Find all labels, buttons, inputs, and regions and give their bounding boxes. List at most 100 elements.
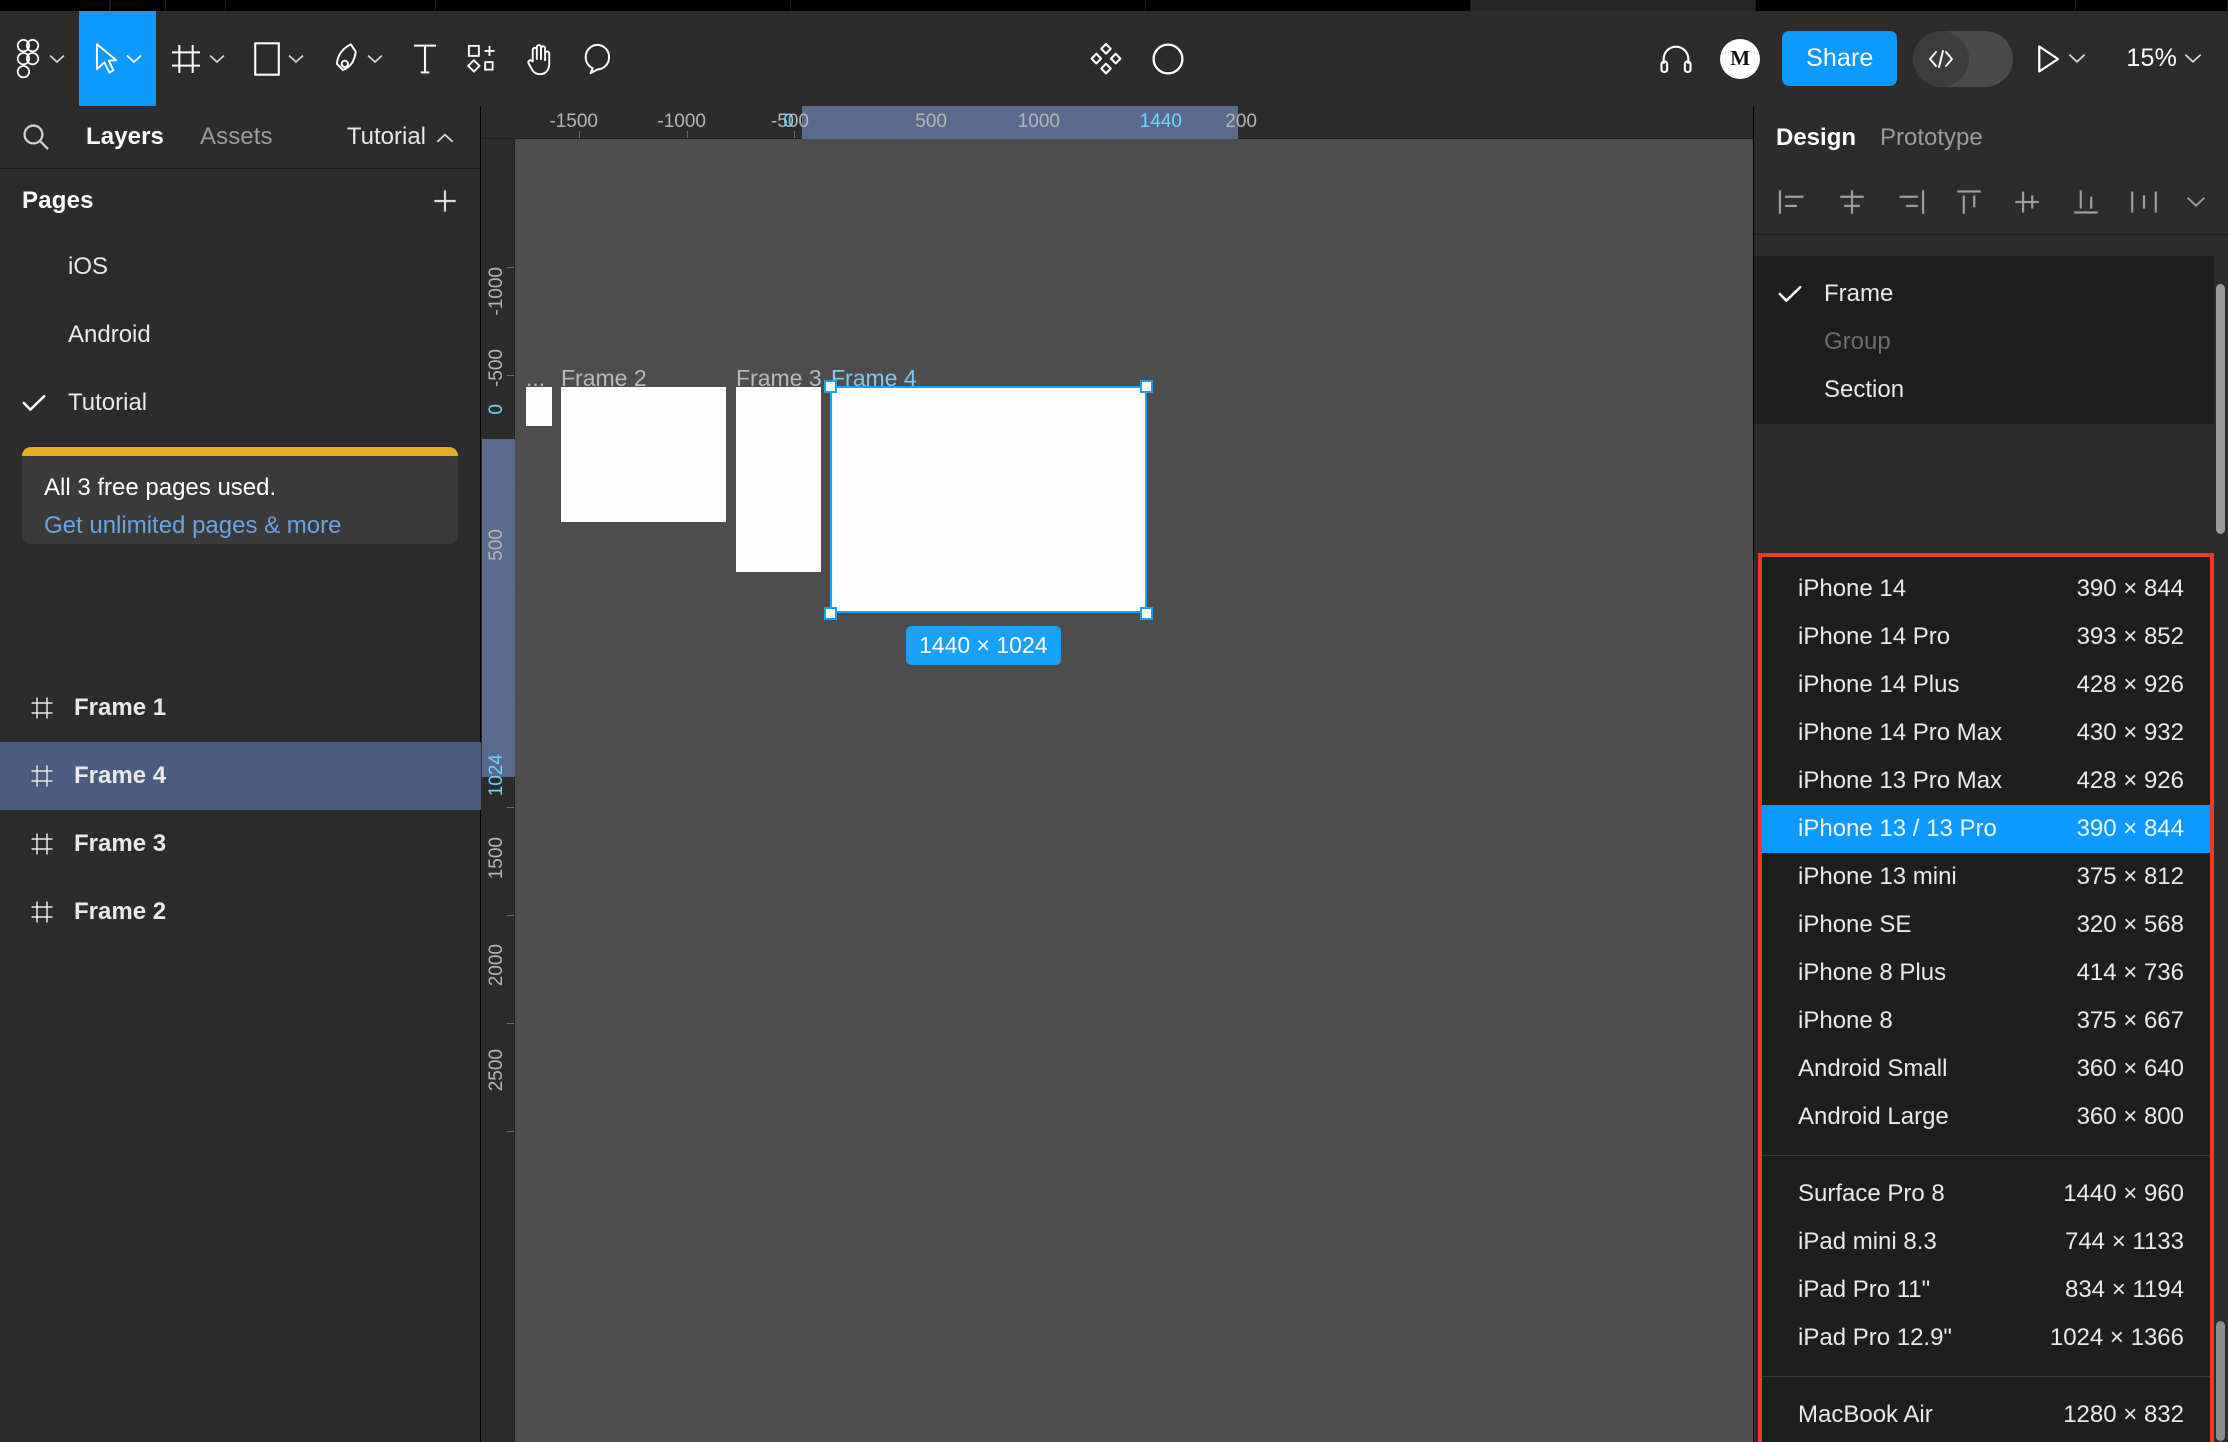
preset-row-android-small[interactable]: Android Small 360 × 640	[1762, 1045, 2210, 1093]
zoom-control[interactable]: 15%	[2100, 11, 2228, 106]
preset-row-iphone-13[interactable]: iPhone 13 / 13 Pro 390 × 844	[1762, 805, 2210, 853]
resize-handle-top-left[interactable]	[824, 380, 837, 393]
preset-row-iphone-13-pro-max[interactable]: iPhone 13 Pro Max 428 × 926	[1762, 757, 2210, 805]
preset-row-iphone-8-plus[interactable]: iPhone 8 Plus 414 × 736	[1762, 949, 2210, 997]
preset-row-iphone-14-plus[interactable]: iPhone 14 Plus 428 × 926	[1762, 661, 2210, 709]
tab-design[interactable]: Design	[1776, 124, 1856, 152]
share-button[interactable]: Share	[1782, 31, 1898, 86]
sidebar-item-page-tutorial[interactable]: Tutorial	[0, 369, 480, 437]
hand-tool-button[interactable]	[511, 11, 569, 106]
figma-menu-button[interactable]	[0, 11, 79, 106]
plus-icon[interactable]	[432, 188, 458, 214]
menu-item-frame[interactable]: Frame	[1754, 270, 2214, 318]
preset-row-iphone-14-pro[interactable]: iPhone 14 Pro 393 × 852	[1762, 613, 2210, 661]
layer-row-frame-3[interactable]: Frame 3	[0, 810, 481, 878]
preset-row-ipad-pro-11[interactable]: iPad Pro 11" 834 × 1194	[1762, 1266, 2210, 1314]
preset-row-android-large[interactable]: Android Large 360 × 800	[1762, 1093, 2210, 1141]
move-tool-button[interactable]	[79, 11, 156, 106]
sidebar-item-page-android[interactable]: Android	[0, 301, 480, 369]
figma-window: M Share 15% Layers Assets Tutorial Pages…	[0, 0, 2228, 1442]
sidebar-item-page-ios[interactable]: iOS	[0, 233, 480, 301]
ruler-h-tick: -1000	[657, 111, 706, 132]
frame-tool-button[interactable]	[156, 11, 239, 106]
resources-tool-button[interactable]	[453, 11, 511, 106]
tab-prototype[interactable]: Prototype	[1880, 124, 1983, 152]
comment-tool-button[interactable]	[569, 11, 627, 106]
ruler-v-tick-frame-height: 1024	[486, 754, 507, 797]
right-panel-scrollbar[interactable]	[2216, 284, 2225, 534]
tab-assets[interactable]: Assets	[182, 123, 291, 151]
layer-row-frame-1[interactable]: Frame 1	[0, 674, 481, 742]
page-label: Android	[68, 321, 151, 348]
preset-row-ipad-pro-129[interactable]: iPad Pro 12.9" 1024 × 1366	[1762, 1314, 2210, 1362]
align-vertical-center-icon[interactable]	[2010, 187, 2044, 217]
align-right-icon[interactable]	[1893, 187, 1927, 217]
canvas-area[interactable]: -1500 -1000 -500 0 500 1000 1440 200 -10…	[482, 106, 1753, 1442]
check-icon	[1778, 285, 1824, 303]
tab-layers[interactable]: Layers	[68, 123, 182, 151]
text-tool-button[interactable]	[397, 11, 453, 106]
zoom-level-label: 15%	[2126, 44, 2178, 72]
dev-mode-toggle[interactable]	[1913, 30, 2014, 87]
banner-accent-bar	[22, 447, 458, 456]
ruler-v-tick: -500	[486, 349, 507, 388]
chevron-down-icon[interactable]	[2186, 196, 2206, 208]
preset-name: iPad mini 8.3	[1798, 1228, 1937, 1255]
preset-row-surface-pro-8[interactable]: Surface Pro 8 1440 × 960	[1762, 1170, 2210, 1218]
layer-label: Frame 4	[74, 762, 167, 789]
align-top-icon[interactable]	[1952, 187, 1986, 217]
preset-size: 360 × 640	[2076, 1055, 2184, 1082]
align-horizontal-center-icon[interactable]	[1835, 187, 1869, 217]
preset-list-scrollbar[interactable]	[2216, 1321, 2225, 1441]
frame-icon	[28, 900, 56, 924]
preset-size: 360 × 800	[2076, 1103, 2184, 1130]
present-button[interactable]	[2021, 11, 2100, 106]
avatar[interactable]: M	[1706, 11, 1774, 106]
canvas-viewport[interactable]: ... Frame 2 Frame 3 Frame 4 1440 × 1024	[516, 139, 1753, 1442]
search-icon[interactable]	[22, 123, 68, 151]
menu-item-label: Section	[1824, 376, 1905, 403]
frame-3-rect[interactable]	[736, 387, 821, 572]
file-name-dropdown[interactable]: Tutorial	[347, 123, 458, 151]
preset-row-iphone-8[interactable]: iPhone 8 375 × 667	[1762, 997, 2210, 1045]
frame-icon	[28, 764, 56, 788]
preset-size: 390 × 844	[2076, 575, 2184, 602]
align-left-icon[interactable]	[1776, 187, 1810, 217]
contrast-button[interactable]	[1137, 11, 1199, 106]
frame-icon	[28, 696, 56, 720]
plugins-button[interactable]	[1075, 11, 1137, 106]
frame-2-rect[interactable]	[561, 387, 726, 522]
preset-row-iphone-14-pro-max[interactable]: iPhone 14 Pro Max 430 × 932	[1762, 709, 2210, 757]
preset-row-macbook-air[interactable]: MacBook Air 1280 × 832	[1762, 1391, 2210, 1439]
layer-row-frame-4[interactable]: Frame 4	[0, 742, 481, 810]
pen-icon	[332, 42, 360, 76]
menu-item-section[interactable]: Section	[1754, 366, 2214, 414]
preset-row-iphone-14[interactable]: iPhone 14 390 × 844	[1762, 565, 2210, 613]
preset-size: 428 × 926	[2076, 767, 2184, 794]
preset-size: 320 × 568	[2076, 911, 2184, 938]
banner-upgrade-link[interactable]: Get unlimited pages & more	[44, 512, 436, 540]
preset-size: 1440 × 960	[2063, 1180, 2184, 1207]
frame-1-rect[interactable]	[526, 387, 552, 426]
preset-row-iphone-13-mini[interactable]: iPhone 13 mini 375 × 812	[1762, 853, 2210, 901]
pages-header: Pages	[0, 169, 480, 233]
menu-item-group: Group	[1754, 318, 2214, 366]
resize-handle-bottom-right[interactable]	[1140, 607, 1153, 620]
align-bottom-icon[interactable]	[2069, 187, 2103, 217]
preset-row-iphone-se[interactable]: iPhone SE 320 × 568	[1762, 901, 2210, 949]
free-pages-banner[interactable]: All 3 free pages used. Get unlimited pag…	[22, 447, 458, 544]
distribute-icon[interactable]	[2127, 187, 2161, 217]
resize-handle-top-right[interactable]	[1140, 380, 1153, 393]
resize-handle-bottom-left[interactable]	[824, 607, 837, 620]
frame-icon	[28, 832, 56, 856]
pen-tool-button[interactable]	[318, 11, 397, 106]
chevron-down-icon	[49, 54, 65, 64]
half-moon-icon	[1151, 42, 1185, 76]
layers-list: Frame 1 Frame 4 Frame 3 Frame 2	[0, 674, 481, 946]
shape-tool-button[interactable]	[239, 11, 318, 106]
preset-divider	[1762, 1376, 2210, 1377]
audio-button[interactable]	[1646, 11, 1706, 106]
chevron-down-icon	[126, 54, 142, 64]
layer-row-frame-2[interactable]: Frame 2	[0, 878, 481, 946]
preset-row-ipad-mini[interactable]: iPad mini 8.3 744 × 1133	[1762, 1218, 2210, 1266]
